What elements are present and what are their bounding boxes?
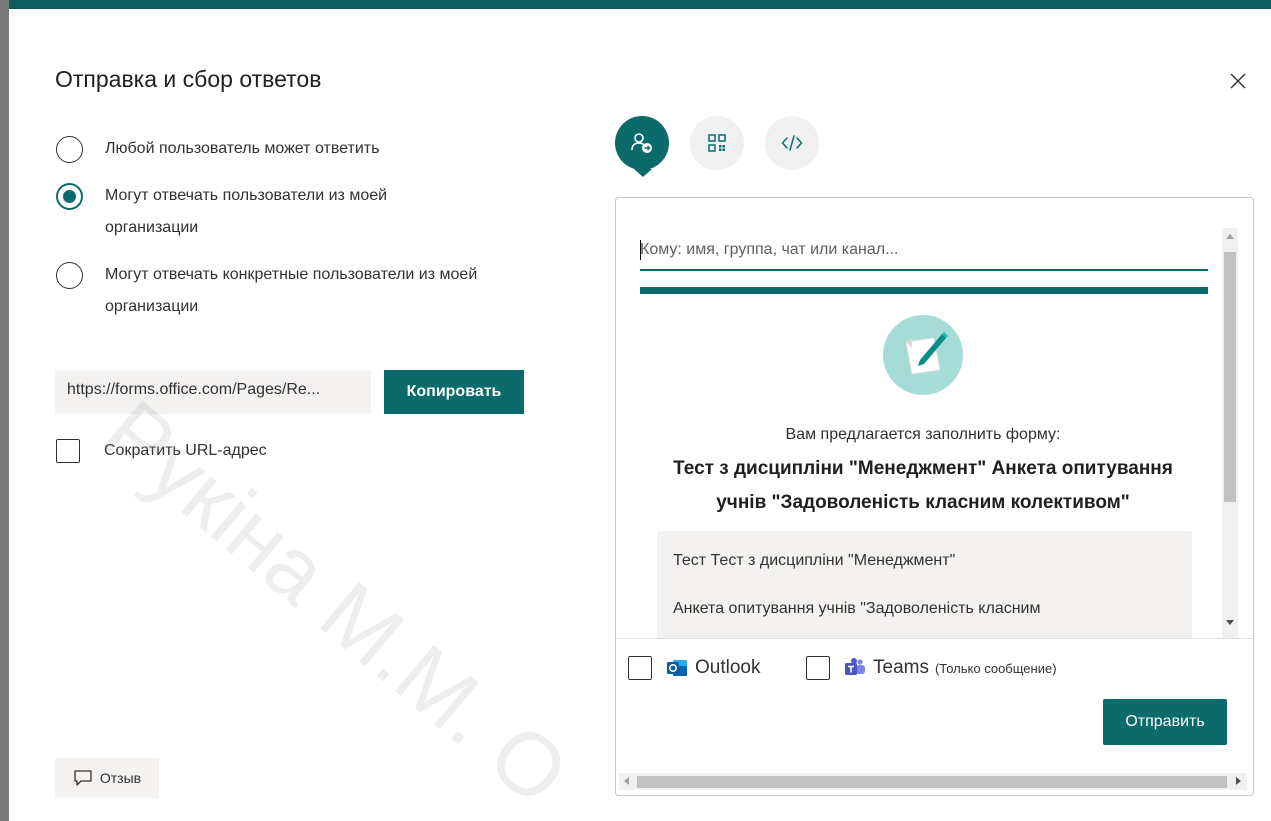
invite-text: Вам предлагается заполнить форму: xyxy=(785,426,1061,443)
dialog-title: Отправка и сбор ответов xyxy=(55,66,322,92)
form-link-field[interactable]: https://forms.office.com/Pages/Re... xyxy=(55,370,371,414)
send-button[interactable]: Отправить xyxy=(1103,699,1227,745)
teams-label: Teams xyxy=(873,657,929,678)
qr-code-icon xyxy=(708,134,726,152)
embed-code-icon xyxy=(781,135,803,151)
scroll-down-icon[interactable] xyxy=(1226,620,1234,625)
window-left-border xyxy=(0,0,9,821)
teams-checkbox[interactable] xyxy=(806,656,830,680)
radio-button-organization[interactable] xyxy=(56,183,83,210)
form-description: Тест Тест з дисципліни "Менеджмент" Анке… xyxy=(657,531,1192,651)
description-line: Анкета опитування учнів "Задоволеність к… xyxy=(673,600,1041,617)
outlook-option[interactable]: Outlook xyxy=(628,656,760,680)
copy-button[interactable]: Копировать xyxy=(384,370,524,414)
radio-option-anyone[interactable]: Любой пользователь может ответить xyxy=(56,136,505,165)
tab-qr-code[interactable] xyxy=(690,116,744,170)
form-illustration-icon xyxy=(883,315,963,395)
teams-icon xyxy=(845,658,865,675)
vertical-scrollbar[interactable] xyxy=(1222,228,1238,638)
feedback-label: Отзыв xyxy=(99,770,142,786)
close-icon xyxy=(1230,73,1246,89)
close-button[interactable] xyxy=(1223,66,1253,96)
teams-note: (Только сообщение) xyxy=(934,660,1057,676)
radio-button-anyone[interactable] xyxy=(56,136,83,163)
scroll-right-icon[interactable] xyxy=(1236,777,1241,785)
horizontal-scroll-thumb[interactable] xyxy=(637,776,1227,788)
teams-option[interactable]: Teams (Только сообщение) xyxy=(806,656,1057,680)
radio-button-specific-people[interactable] xyxy=(56,262,83,289)
shorten-url-option[interactable]: Сократить URL-адрес xyxy=(56,439,267,463)
tab-share-link[interactable] xyxy=(615,116,669,170)
radio-label-organization: Могут отвечать пользователи из моей орга… xyxy=(105,187,388,236)
radio-option-organization[interactable]: Могут отвечать пользователи из моей орга… xyxy=(56,183,465,244)
comment-icon xyxy=(74,770,92,786)
outlook-label: Outlook xyxy=(695,657,761,678)
tab-embed-code[interactable] xyxy=(765,116,819,170)
description-line: Тест Тест з дисципліни "Менеджмент" xyxy=(673,552,956,569)
recipient-input[interactable]: Кому: имя, группа, чат или канал... xyxy=(640,235,1208,271)
horizontal-scrollbar[interactable] xyxy=(619,773,1247,790)
outlook-checkbox[interactable] xyxy=(628,656,652,680)
radio-label-specific-people: Могут отвечать конкретные пользователи и… xyxy=(105,266,478,315)
form-title: Тест з дисципліни "Менеджмент" Анкета оп… xyxy=(673,458,1173,513)
shorten-url-label: Сократить URL-адрес xyxy=(104,442,267,459)
shorten-url-checkbox[interactable] xyxy=(56,439,80,463)
form-preview-header-bar xyxy=(640,287,1208,294)
radio-label-anyone: Любой пользователь может ответить xyxy=(105,140,380,157)
share-panel: Кому: имя, группа, чат или канал... Вам … xyxy=(615,197,1254,796)
outlook-icon xyxy=(667,660,687,676)
feedback-button[interactable]: Отзыв xyxy=(55,758,159,798)
scroll-left-icon[interactable] xyxy=(624,777,629,785)
radio-option-specific-people[interactable]: Могут отвечать конкретные пользователи и… xyxy=(56,262,505,323)
active-tab-pointer xyxy=(634,169,652,177)
window-top-border xyxy=(0,0,1271,9)
share-person-icon xyxy=(631,133,652,153)
scroll-up-icon[interactable] xyxy=(1226,234,1234,239)
vertical-scroll-thumb[interactable] xyxy=(1224,252,1236,502)
share-footer: Outlook Teams (Только сообщение) Отправи… xyxy=(616,638,1253,795)
